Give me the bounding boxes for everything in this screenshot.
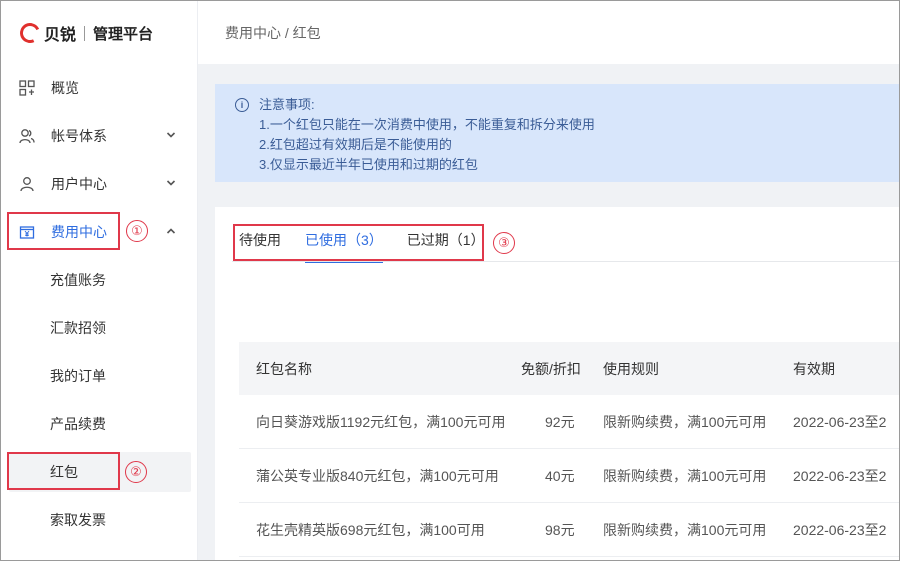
chevron-down-icon [166, 130, 176, 143]
tab-unused[interactable]: 待使用 [239, 229, 281, 263]
sidebar-subitem-label: 充值账务 [50, 272, 106, 288]
cell-rules: 限新购续费，满100元可用 [603, 521, 767, 538]
sidebar-item-overview[interactable]: 概览 [1, 68, 198, 108]
main-content: 费用中心 / 红包 i 注意事项: 1.一个红包只能在一次消费中使用，不能重复和… [198, 1, 899, 560]
chevron-up-icon [166, 226, 176, 239]
sidebar-subitem-red-packet[interactable]: 红包 [9, 452, 191, 492]
step-marker-3: ③ [493, 232, 515, 254]
cell-amount: 40元 [545, 467, 575, 484]
notice-line: 1.一个红包只能在一次消费中使用，不能重复和拆分来使用 [259, 117, 595, 132]
cell-amount: 92元 [545, 413, 575, 430]
table-header: 红包名称 免额/折扣 使用规则 有效期 [239, 342, 899, 395]
cell-name: 花生壳精英版698元红包，满100可用 [256, 521, 485, 538]
tab-divider [232, 261, 899, 262]
sidebar-item-label: 帐号体系 [51, 128, 107, 144]
notice-line: 2.红包超过有效期后是不能使用的 [259, 137, 452, 152]
step-marker-1: ① [126, 220, 148, 242]
sidebar-item-label: 用户中心 [51, 176, 107, 192]
sidebar-subitem-renewal[interactable]: 产品续费 [9, 404, 191, 444]
sidebar-subitem-remittance[interactable]: 汇款招领 [9, 308, 191, 348]
cell-name: 向日葵游戏版1192元红包，满100元可用 [256, 413, 506, 430]
brand-name: 贝锐 [44, 27, 77, 44]
brand-subtitle: 管理平台 [93, 25, 154, 43]
sidebar-item-label: 费用中心 [51, 224, 107, 240]
sidebar-item-label: 概览 [51, 80, 79, 96]
cell-validity: 2022-06-23至2 [793, 467, 887, 484]
sidebar-subitem-recharge[interactable]: 充值账务 [9, 260, 191, 300]
sidebar-item-user-center[interactable]: 用户中心 [1, 164, 198, 204]
sidebar-subitem-invoice[interactable]: 索取发票 [9, 500, 191, 540]
sidebar-subitem-label: 产品续费 [50, 416, 106, 432]
info-icon: i [235, 98, 249, 112]
sidebar-subitem-label: 汇款招领 [50, 320, 106, 336]
sidebar-subitem-label: 索取发票 [50, 512, 106, 528]
chevron-down-icon [166, 178, 176, 191]
logo-divider [84, 25, 86, 41]
red-packet-panel: 待使用 已使用（3） 已过期（1） 红包名称 免额/折扣 使用规则 有效期 向日… [215, 207, 899, 560]
tab-used[interactable]: 已使用（3） [305, 229, 383, 263]
cell-rules: 限新购续费，满100元可用 [603, 413, 767, 430]
cell-validity: 2022-06-23至2 [793, 521, 887, 538]
breadcrumb-text: 费用中心 / 红包 [225, 24, 321, 41]
notice-line: 3.仅显示最近半年已使用和过期的红包 [259, 157, 478, 172]
grid-icon [19, 80, 35, 96]
column-header-name: 红包名称 [256, 360, 312, 377]
cell-amount: 98元 [545, 521, 575, 538]
table-row: 蒲公英专业版840元红包，满100元可用 40元 限新购续费，满100元可用 2… [239, 449, 899, 503]
users-icon [19, 128, 35, 144]
sidebar-subitem-label: 红包 [50, 464, 78, 480]
sidebar-subitem-label: 我的订单 [50, 368, 106, 384]
cell-validity: 2022-06-23至2 [793, 413, 887, 430]
sidebar-subitem-orders[interactable]: 我的订单 [9, 356, 191, 396]
breadcrumb: 费用中心 / 红包 [198, 1, 899, 64]
column-header-amount: 免额/折扣 [521, 360, 581, 377]
column-header-rules: 使用规则 [603, 360, 659, 377]
sidebar: 贝锐 管理平台 概览 帐号体系 用户中心 费用中心 充值账务 汇款招领 我的订单… [1, 1, 198, 560]
notice-banner: i 注意事项: 1.一个红包只能在一次消费中使用，不能重复和拆分来使用 2.红包… [215, 84, 899, 182]
tab-expired[interactable]: 已过期（1） [407, 229, 485, 263]
user-icon [19, 176, 35, 192]
notice-title: 注意事项: [259, 97, 315, 112]
red-packet-table: 红包名称 免额/折扣 使用规则 有效期 向日葵游戏版1192元红包，满100元可… [239, 342, 899, 557]
cell-rules: 限新购续费，满100元可用 [603, 467, 767, 484]
tab-bar: 待使用 已使用（3） 已过期（1） [239, 229, 509, 263]
cell-name: 蒲公英专业版840元红包，满100元可用 [256, 467, 499, 484]
sidebar-item-billing-center[interactable]: 费用中心 [1, 212, 198, 252]
logo-icon [17, 20, 43, 46]
yen-icon [19, 224, 35, 240]
sidebar-item-account-system[interactable]: 帐号体系 [1, 116, 198, 156]
step-marker-2: ② [125, 461, 147, 483]
brand-logo[interactable]: 贝锐 管理平台 [17, 20, 154, 46]
column-header-validity: 有效期 [793, 360, 835, 377]
table-row: 花生壳精英版698元红包，满100可用 98元 限新购续费，满100元可用 20… [239, 503, 899, 557]
table-row: 向日葵游戏版1192元红包，满100元可用 92元 限新购续费，满100元可用 … [239, 395, 899, 449]
